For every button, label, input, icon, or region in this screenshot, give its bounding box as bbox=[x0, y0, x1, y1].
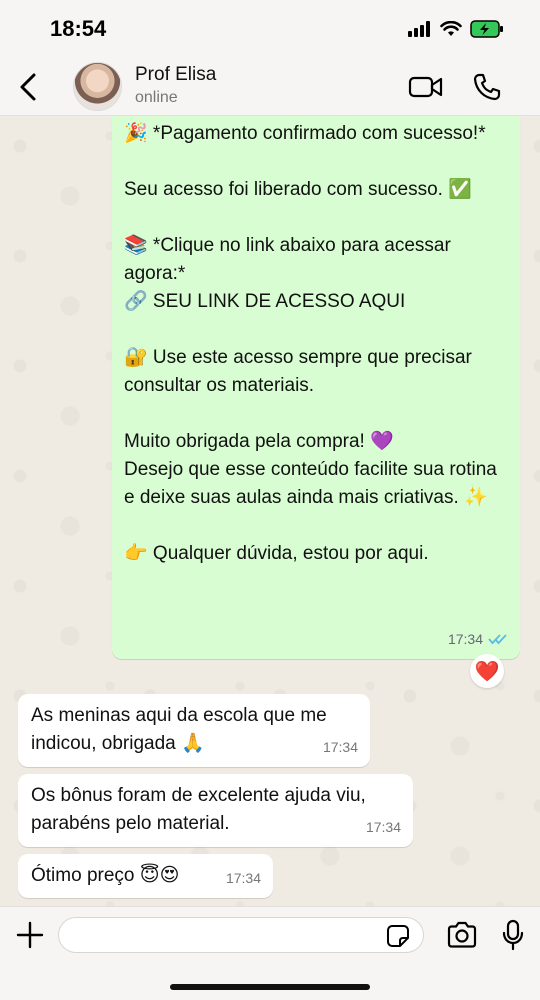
status-time: 18:54 bbox=[50, 16, 107, 41]
microphone-icon[interactable] bbox=[502, 919, 524, 951]
avatar[interactable] bbox=[73, 62, 122, 111]
message-meta: 17:34 bbox=[448, 625, 508, 653]
status-icons bbox=[408, 20, 504, 38]
read-ticks-icon bbox=[488, 634, 507, 645]
camera-icon[interactable] bbox=[446, 921, 478, 949]
wifi-icon bbox=[440, 21, 462, 36]
message-time: 17:34 bbox=[225, 870, 261, 886]
chat-area[interactable]: 🎉 *Pagamento confirmado com sucesso!* Se… bbox=[0, 116, 540, 906]
contact-status: online bbox=[135, 89, 178, 106]
message-time: 17:34 bbox=[322, 739, 358, 755]
incoming-message-text: As meninas aqui da escola que me indicou… bbox=[31, 705, 327, 754]
message-input[interactable] bbox=[58, 917, 424, 953]
signal-icon bbox=[408, 21, 430, 37]
incoming-message[interactable]: As meninas aqui da escola que me indicou… bbox=[18, 694, 370, 767]
outgoing-message-text: 🎉 *Pagamento confirmado com sucesso!* Se… bbox=[124, 123, 497, 564]
incoming-message[interactable]: Os bônus foram de excelente ajuda viu, p… bbox=[18, 774, 413, 847]
message-time: 17:34 bbox=[365, 819, 401, 835]
outgoing-message[interactable]: 🎉 *Pagamento confirmado com sucesso!* Se… bbox=[112, 116, 520, 659]
incoming-message[interactable]: Ótimo preço 😇😍 17:34 bbox=[18, 854, 273, 898]
incoming-message-text: Os bônus foram de excelente ajuda viu, p… bbox=[31, 785, 366, 834]
phone-call-icon[interactable] bbox=[472, 72, 502, 102]
home-indicator bbox=[170, 984, 370, 990]
plus-icon[interactable] bbox=[16, 921, 44, 949]
video-call-icon[interactable] bbox=[408, 74, 444, 100]
message-time: 17:34 bbox=[447, 631, 483, 647]
back-icon[interactable] bbox=[16, 72, 42, 102]
heart-reaction[interactable]: ❤️ bbox=[470, 654, 504, 688]
sticker-icon[interactable] bbox=[386, 924, 410, 948]
status-bar: 18:54 bbox=[0, 0, 540, 58]
contact-name[interactable]: Prof Elisa bbox=[135, 64, 216, 86]
battery-icon bbox=[470, 20, 503, 38]
chat-header: Prof Elisa online bbox=[0, 58, 540, 116]
